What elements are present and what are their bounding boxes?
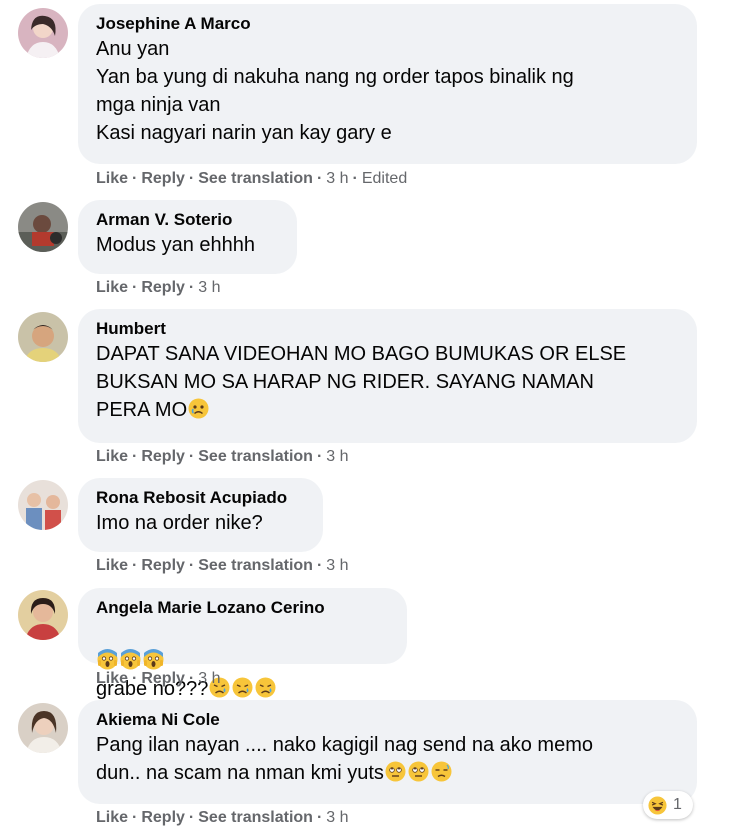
comment-bubble: Angela Marie Lozano Cerino grabe no???	[78, 588, 407, 700]
reply-button[interactable]: Reply	[141, 557, 185, 574]
reply-button[interactable]: Reply	[141, 279, 185, 296]
comment-text: Pang ilan nayan .... nako kagigil nag se…	[96, 734, 593, 784]
see-translation-button[interactable]: See translation	[198, 448, 313, 465]
tired-face-emoji-icon	[431, 761, 452, 782]
avatar[interactable]	[18, 312, 68, 362]
timestamp[interactable]: 3 h	[326, 557, 348, 574]
rolling-eyes-emoji-icon	[385, 761, 406, 782]
like-button[interactable]: Like	[96, 448, 128, 465]
sad-tear-emoji-icon	[232, 677, 253, 698]
comment-author[interactable]: Josephine A Marco	[96, 13, 679, 35]
rolling-eyes-emoji-icon	[408, 761, 429, 782]
comment-text: Modus yan ehhhh	[96, 234, 256, 256]
comment-actions: Like · Reply · See translation · 3 h · Edited	[96, 170, 408, 187]
comment-actions: Like · Reply · See translation · 3 h	[96, 557, 349, 574]
see-translation-button[interactable]: See translation	[198, 170, 313, 187]
comment-actions: Like · Reply · 3 h	[96, 279, 221, 296]
sad-tear-emoji-icon	[255, 677, 276, 698]
comment-author[interactable]: Rona Rebosit Acupiado	[96, 487, 305, 509]
screaming-face-emoji-icon	[97, 649, 118, 670]
like-button[interactable]: Like	[96, 279, 128, 296]
timestamp[interactable]: 3 h	[326, 170, 348, 187]
comment-bubble: Humbert DAPAT SANA VIDEOHAN MO BAGO BUMU…	[78, 309, 697, 443]
comment-bubble: Arman V. Soterio Modus yan ehhhh	[78, 200, 297, 274]
reply-button[interactable]: Reply	[141, 448, 185, 465]
timestamp[interactable]: 3 h	[198, 670, 220, 687]
comment-text-wrap: Pang ilan nayan .... nako kagigil nag se…	[96, 731, 679, 787]
comment-text-wrap: grabe no???	[96, 619, 389, 703]
timestamp[interactable]: 3 h	[198, 279, 220, 296]
comment-text: Imo na order nike?	[96, 512, 263, 534]
see-translation-button[interactable]: See translation	[198, 557, 313, 574]
like-button[interactable]: Like	[96, 670, 128, 687]
avatar[interactable]	[18, 703, 68, 753]
avatar[interactable]	[18, 590, 68, 640]
comment-text: DAPAT SANA VIDEOHAN MO BAGO BUMUKAS OR E…	[96, 343, 627, 421]
screaming-face-emoji-icon	[143, 649, 164, 670]
reaction-badge[interactable]: 1	[643, 791, 693, 819]
comment-actions: Like · Reply · 3 h	[96, 670, 221, 687]
like-button[interactable]: Like	[96, 557, 128, 574]
comment-bubble: Akiema Ni Cole Pang ilan nayan .... nako…	[78, 700, 697, 804]
comment-bubble: Josephine A Marco Anu yan Yan ba yung di…	[78, 4, 697, 164]
avatar[interactable]	[18, 480, 68, 530]
avatar[interactable]	[18, 8, 68, 58]
comment-actions: Like · Reply · See translation · 3 h	[96, 809, 349, 826]
comment-actions: Like · Reply · See translation · 3 h	[96, 448, 349, 465]
like-button[interactable]: Like	[96, 809, 128, 826]
reply-button[interactable]: Reply	[141, 809, 185, 826]
haha-reaction-icon	[648, 795, 667, 815]
see-translation-button[interactable]: See translation	[198, 809, 313, 826]
timestamp[interactable]: 3 h	[326, 448, 348, 465]
crying-face-emoji-icon	[188, 398, 209, 419]
reaction-count: 1	[673, 796, 682, 813]
comment-author[interactable]: Angela Marie Lozano Cerino	[96, 597, 389, 619]
timestamp[interactable]: 3 h	[326, 809, 348, 826]
comment-text-wrap: DAPAT SANA VIDEOHAN MO BAGO BUMUKAS OR E…	[96, 340, 679, 424]
comment-bubble: Rona Rebosit Acupiado Imo na order nike?	[78, 478, 323, 552]
like-button[interactable]: Like	[96, 170, 128, 187]
comment-text: Anu yan Yan ba yung di nakuha nang ng or…	[96, 38, 574, 144]
comment-author[interactable]: Humbert	[96, 318, 679, 340]
reply-button[interactable]: Reply	[141, 670, 185, 687]
comment-author[interactable]: Akiema Ni Cole	[96, 709, 679, 731]
edited-label: Edited	[361, 170, 408, 187]
comment-author[interactable]: Arman V. Soterio	[96, 209, 279, 231]
avatar[interactable]	[18, 202, 68, 252]
reply-button[interactable]: Reply	[141, 170, 185, 187]
screaming-face-emoji-icon	[120, 649, 141, 670]
